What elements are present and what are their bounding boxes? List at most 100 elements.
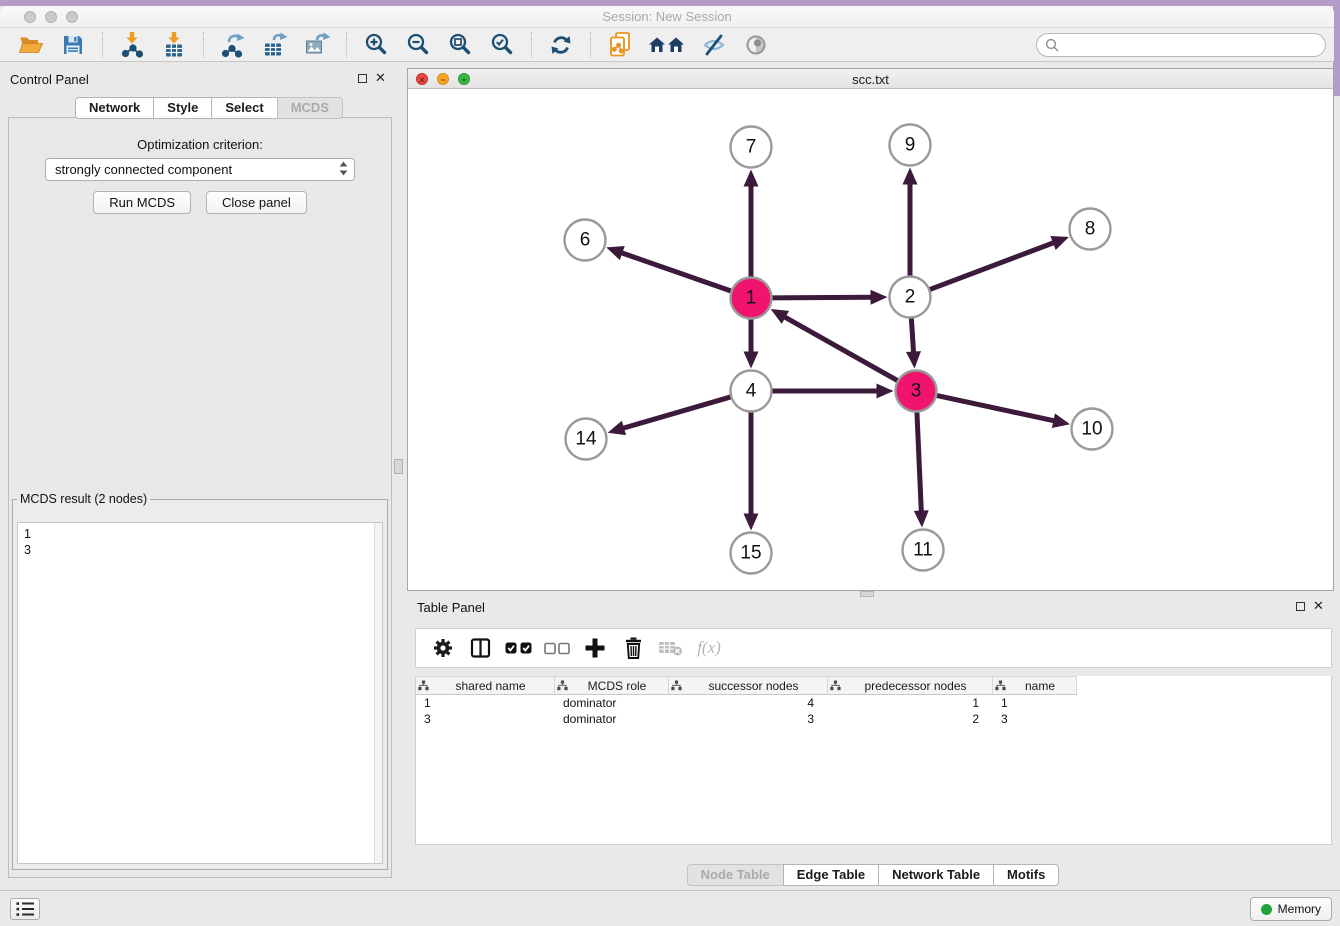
export-table-icon[interactable] xyxy=(260,30,290,60)
graph-node-label: 9 xyxy=(905,135,916,156)
app-titlebar: Session: New Session xyxy=(0,6,1334,28)
select-all-icon[interactable] xyxy=(502,633,536,663)
table-cell[interactable]: 1 xyxy=(828,695,993,711)
table-cell[interactable]: 3 xyxy=(416,711,555,727)
table-cell[interactable]: dominator xyxy=(555,695,669,711)
toolbar-separator xyxy=(203,32,204,58)
dropdown-stepper-icon xyxy=(339,161,348,179)
column-header-successor-nodes[interactable]: successor nodes xyxy=(669,676,828,695)
graph-node-label: 3 xyxy=(911,381,922,402)
edge-arrow-icon xyxy=(903,168,918,185)
table-cell[interactable]: 3 xyxy=(669,711,828,727)
graph-node-label: 6 xyxy=(580,230,591,251)
edge-arrow-icon xyxy=(1050,236,1069,250)
edge-4-14[interactable] xyxy=(622,396,733,428)
table-tab-edge-table[interactable]: Edge Table xyxy=(783,864,879,886)
show-columns-icon[interactable] xyxy=(464,633,498,663)
network-window-titlebar: ✕ − + scc.txt xyxy=(408,69,1333,89)
toolbar-separator xyxy=(590,32,591,58)
table-cell[interactable]: 4 xyxy=(669,695,828,711)
edge-arrow-icon xyxy=(906,351,921,368)
hide-panels-icon[interactable] xyxy=(699,30,729,60)
control-panel-float-icon[interactable] xyxy=(358,74,367,83)
table-cell[interactable]: 1 xyxy=(993,695,1077,711)
tab-network[interactable]: Network xyxy=(75,97,154,119)
add-icon[interactable] xyxy=(578,633,612,663)
table-settings-gear-icon[interactable] xyxy=(426,633,460,663)
table-splitter-handle[interactable] xyxy=(860,591,874,597)
export-network-icon[interactable] xyxy=(218,30,248,60)
deselect-all-icon[interactable] xyxy=(540,633,574,663)
import-table-icon[interactable] xyxy=(159,30,189,60)
search-input[interactable] xyxy=(1064,38,1325,52)
edge-arrow-icon xyxy=(914,510,929,527)
network-graph[interactable]: 7968124314101511 xyxy=(408,89,1333,590)
edge-2-8[interactable] xyxy=(927,242,1055,290)
delete-table-icon xyxy=(654,633,688,663)
memory-button[interactable]: Memory xyxy=(1250,897,1332,921)
control-panel-title: Control Panel xyxy=(10,72,89,87)
tab-style[interactable]: Style xyxy=(153,97,212,119)
run-mcds-button[interactable]: Run MCDS xyxy=(93,191,191,214)
graph-node-label: 15 xyxy=(740,543,761,564)
graph-node-label: 11 xyxy=(913,540,933,561)
column-type-icon xyxy=(830,680,841,691)
column-type-icon xyxy=(671,680,682,691)
control-panel-close-icon[interactable]: ✕ xyxy=(375,73,386,83)
close-panel-button[interactable]: Close panel xyxy=(206,191,307,214)
mcds-result-text[interactable]: 1 3 xyxy=(17,522,383,864)
search-box[interactable] xyxy=(1036,33,1326,57)
export-image-icon[interactable] xyxy=(302,30,332,60)
edge-3-1[interactable] xyxy=(784,316,900,382)
column-header-MCDS-role[interactable]: MCDS role xyxy=(555,676,669,695)
app-title: Session: New Session xyxy=(0,9,1334,24)
edge-1-2[interactable] xyxy=(769,297,872,298)
column-header-predecessor-nodes[interactable]: predecessor nodes xyxy=(828,676,993,695)
edge-2-3[interactable] xyxy=(911,315,913,353)
criterion-dropdown[interactable]: strongly connected component xyxy=(45,158,355,181)
table-row[interactable]: 1dominator411 xyxy=(416,695,1331,711)
table-cell[interactable]: 1 xyxy=(416,695,555,711)
panel-splitter-handle[interactable] xyxy=(394,459,403,474)
tab-mcds[interactable]: MCDS xyxy=(277,97,343,119)
column-header-name[interactable]: name xyxy=(993,676,1077,695)
edge-3-10[interactable] xyxy=(934,395,1055,421)
tab-select[interactable]: Select xyxy=(211,97,277,119)
node-table: shared nameMCDS rolesuccessor nodesprede… xyxy=(415,676,1332,845)
table-tab-node-table[interactable]: Node Table xyxy=(687,864,784,886)
table-panel-float-icon[interactable] xyxy=(1296,602,1305,611)
criterion-dropdown-value: strongly connected component xyxy=(55,162,232,177)
table-panel-close-icon[interactable]: ✕ xyxy=(1313,601,1324,611)
graph-node-label: 14 xyxy=(575,429,597,450)
zoom-selected-icon[interactable] xyxy=(487,30,517,60)
table-toolbar: f(x) xyxy=(415,628,1332,668)
zoom-fit-icon[interactable] xyxy=(445,30,475,60)
zoom-in-icon[interactable] xyxy=(361,30,391,60)
table-cell[interactable]: 3 xyxy=(993,711,1077,727)
network-window: ✕ − + scc.txt 7968124314101511 xyxy=(407,68,1334,591)
table-tab-network-table[interactable]: Network Table xyxy=(878,864,994,886)
zoom-out-icon[interactable] xyxy=(403,30,433,60)
home-networks-icon[interactable] xyxy=(647,30,687,60)
graph-node-label: 4 xyxy=(746,381,757,402)
save-session-icon[interactable] xyxy=(58,30,88,60)
control-panel-tabs: NetworkStyleSelectMCDS xyxy=(76,97,343,119)
eye-icon[interactable] xyxy=(741,30,771,60)
table-row[interactable]: 3dominator323 xyxy=(416,711,1331,727)
mcds-result-scrollbar[interactable] xyxy=(374,523,382,863)
table-cell[interactable]: dominator xyxy=(555,711,669,727)
import-network-icon[interactable] xyxy=(117,30,147,60)
edge-arrow-icon xyxy=(870,290,887,305)
edge-1-6[interactable] xyxy=(620,252,733,292)
apply-layout-icon[interactable] xyxy=(546,30,576,60)
open-session-icon[interactable] xyxy=(16,30,46,60)
clone-network-icon[interactable] xyxy=(605,30,635,60)
task-history-button[interactable] xyxy=(10,898,40,920)
edge-arrow-icon xyxy=(606,246,625,260)
table-cell[interactable]: 2 xyxy=(828,711,993,727)
column-header-shared-name[interactable]: shared name xyxy=(416,676,555,695)
edge-3-11[interactable] xyxy=(917,409,922,512)
table-tab-motifs[interactable]: Motifs xyxy=(993,864,1059,886)
function-builder-icon: f(x) xyxy=(692,633,726,663)
delete-icon[interactable] xyxy=(616,633,650,663)
